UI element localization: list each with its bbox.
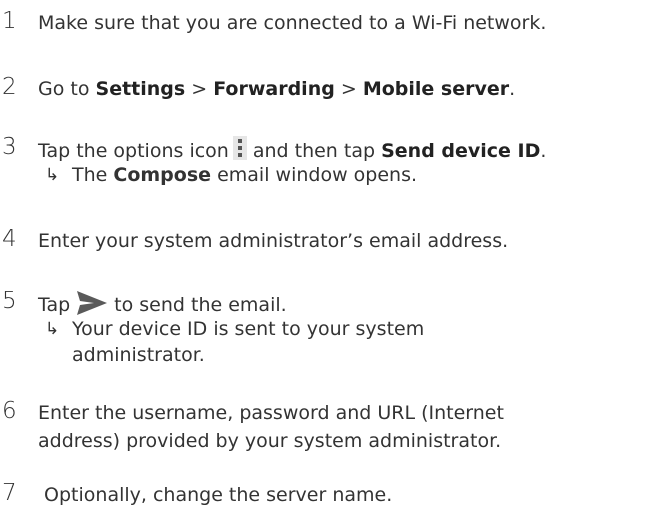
step-number: 1	[2, 8, 17, 34]
step-text: Tap to send the email.	[38, 290, 657, 318]
options-vertical-dots-icon	[232, 136, 247, 160]
step-number: 6	[2, 398, 17, 424]
menu-path-forwarding: Forwarding	[213, 78, 335, 100]
step-text: Make sure that you are connected to a Wi…	[38, 12, 547, 34]
send-device-id-label: Send device ID	[381, 140, 541, 162]
result-text: The Compose email window opens.	[72, 164, 418, 186]
compose-label: Compose	[113, 164, 212, 186]
step-text: Enter your system administrator’s email …	[38, 230, 509, 252]
menu-path-mobile-server: Mobile server	[362, 78, 510, 100]
menu-path-settings: Settings	[95, 78, 186, 100]
step-text-line-2: address) provided by your system adminis…	[38, 430, 502, 452]
step-text: Go to Settings > Forwarding > Mobile ser…	[38, 78, 516, 100]
result-text-line-1: Your device ID is sent to your system	[72, 318, 425, 340]
step-5-result: ↳ Your device ID is sent to your system …	[45, 316, 655, 368]
result-text-line-2: administrator.	[72, 344, 205, 366]
step-number: 3	[2, 134, 17, 160]
step-number: 7	[2, 480, 17, 506]
step-text-line-1: Enter the username, password and URL (In…	[38, 402, 504, 424]
step-text: Tap the options icon and then tap Send de…	[38, 136, 657, 164]
step-text: Optionally, change the server name.	[38, 484, 393, 506]
step-number: 4	[2, 226, 17, 252]
result-arrow-icon: ↳	[45, 165, 60, 185]
result-arrow-icon: ↳	[45, 319, 60, 339]
send-arrow-icon	[77, 291, 108, 315]
step-number: 5	[2, 288, 17, 314]
step-3-result: ↳ The Compose email window opens.	[45, 162, 655, 188]
step-number: 2	[2, 74, 17, 100]
